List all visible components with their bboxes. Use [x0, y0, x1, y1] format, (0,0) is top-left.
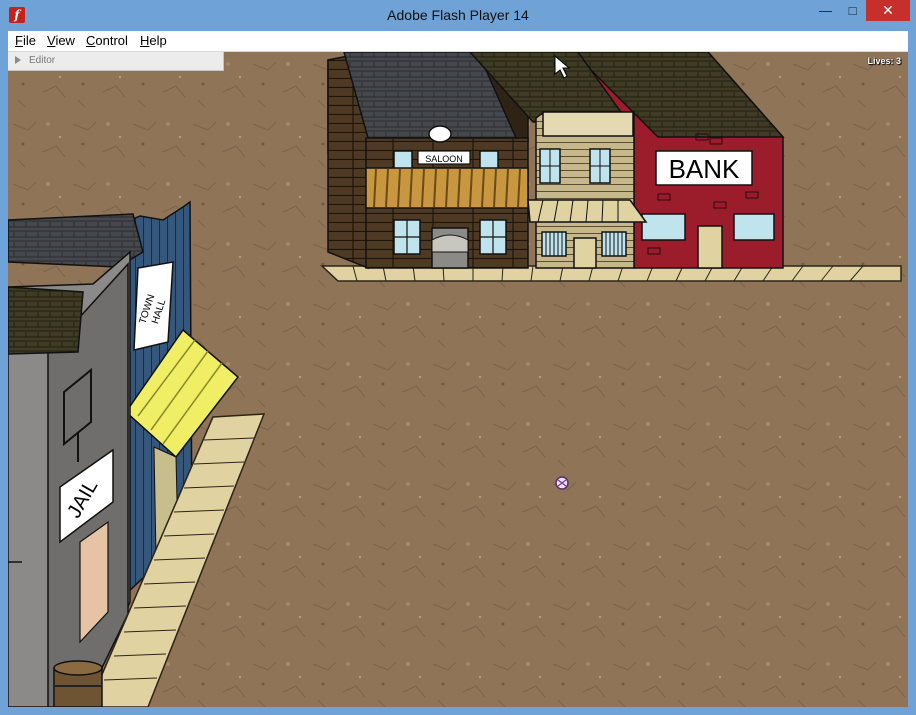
saloon-building: SALOON: [327, 52, 529, 270]
player-sprite: [555, 476, 569, 490]
editor-label: Editor: [29, 55, 56, 66]
menu-bar: File View Control Help: [8, 31, 908, 52]
bank-sign: BANK: [669, 154, 740, 184]
flash-player-window: f Adobe Flash Player 14 — □ ✕ File View …: [0, 0, 916, 715]
game-scene: SALOON BANK TOWN HALL JAIL: [8, 52, 908, 707]
maximize-button[interactable]: □: [839, 0, 866, 21]
saloon-sign: SALOON: [425, 154, 463, 164]
lives-counter: Lives: 3: [867, 56, 901, 66]
game-stage[interactable]: SALOON BANK TOWN HALL JAIL: [8, 52, 908, 707]
jail-building: JAIL: [8, 250, 131, 707]
minimize-button[interactable]: —: [812, 0, 839, 21]
menu-file[interactable]: File: [15, 33, 36, 48]
title-bar[interactable]: f Adobe Flash Player 14 — □ ✕: [0, 0, 916, 31]
menu-control[interactable]: Control: [86, 33, 128, 48]
expand-arrow-icon: [15, 56, 21, 64]
editor-panel[interactable]: Editor: [8, 52, 224, 71]
menu-help[interactable]: Help: [140, 33, 167, 48]
close-button[interactable]: ✕: [866, 0, 910, 21]
menu-view[interactable]: View: [47, 33, 75, 48]
window-title: Adobe Flash Player 14: [387, 7, 529, 23]
barrel: [53, 660, 103, 707]
